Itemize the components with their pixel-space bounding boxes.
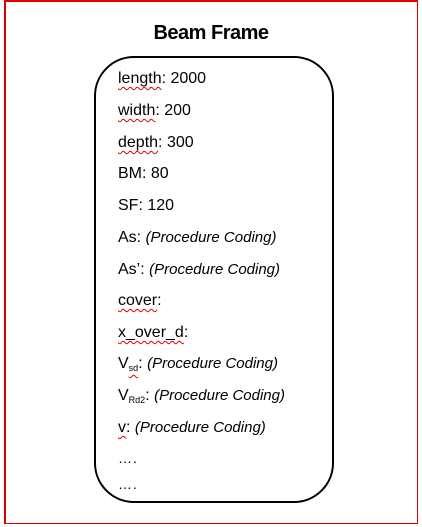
field-value: 300: [166, 134, 194, 151]
field-v-rd2: VRd2: (Procedure Coding): [118, 387, 285, 405]
ellipsis-row: ….: [118, 476, 138, 492]
field-subscript: sd: [128, 363, 139, 373]
field-value: (Procedure Coding): [145, 229, 277, 246]
field-x-over-d: x_over_d:: [118, 324, 189, 341]
field-as: As: (Procedure Coding): [118, 229, 277, 246]
field-name: x_over_d: [118, 324, 184, 341]
ellipsis-row: ….: [118, 450, 138, 466]
field-name: SF: [118, 197, 139, 214]
diagram-title: Beam Frame: [153, 22, 269, 44]
field-name: BM: [118, 165, 142, 182]
field-value: 2000: [170, 70, 207, 87]
field-name: cover: [118, 292, 158, 309]
field-name: As’: [118, 261, 141, 278]
field-length: length: 2000: [118, 70, 207, 87]
field-name: width: [118, 102, 156, 119]
field-name: V: [118, 387, 129, 404]
field-name: depth: [118, 134, 159, 151]
field-name: v: [118, 419, 126, 436]
field-value: (Procedure Coding): [134, 419, 266, 436]
field-value: 120: [147, 197, 175, 214]
field-name: length: [118, 70, 162, 87]
field-value: (Procedure Coding): [147, 355, 278, 372]
field-value: (Procedure Coding): [149, 261, 281, 278]
field-value: 200: [164, 102, 191, 119]
field-name: V: [118, 355, 129, 372]
field-value: (Procedure Coding): [154, 387, 285, 404]
field-cover: cover:: [118, 292, 162, 309]
field-width: width: 200: [118, 102, 191, 119]
field-bm: BM: 80: [118, 165, 169, 182]
field-v: v: (Procedure Coding): [118, 419, 266, 436]
field-depth: depth: 300: [118, 134, 194, 151]
field-sf: SF: 120: [118, 197, 175, 214]
field-subscript: Rd2: [128, 395, 146, 405]
field-v-sd: Vsd: (Procedure Coding): [118, 355, 278, 373]
field-value: 80: [150, 165, 169, 182]
field-as-prime: As’: (Procedure Coding): [118, 261, 281, 278]
field-name: As: [118, 229, 137, 246]
